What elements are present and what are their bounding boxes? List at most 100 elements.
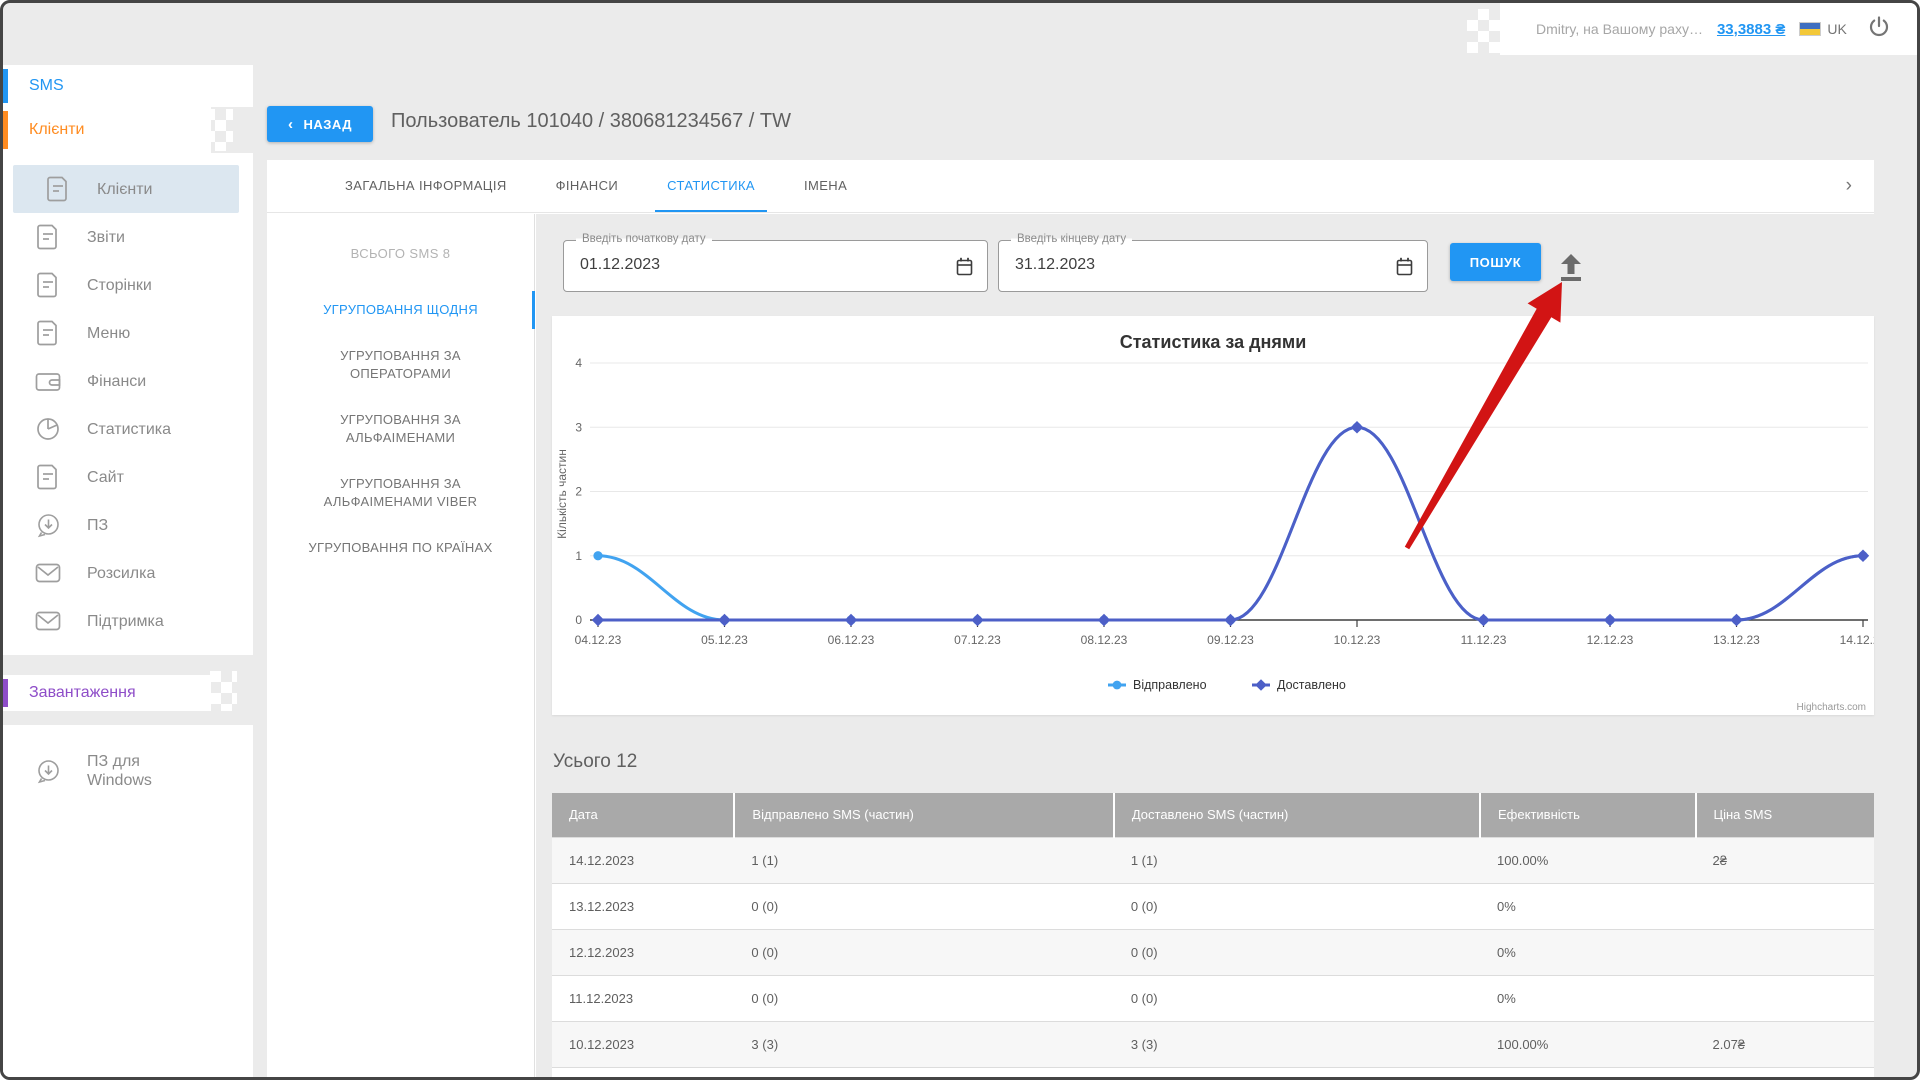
start-date-input[interactable]: Введіть початкову дату 01.12.2023 [563, 240, 988, 292]
sidebar-item-label: Звіти [87, 228, 125, 247]
y-tick-label: 2 [575, 485, 582, 499]
user-greeting: Dmitry, на Вашому раху… [1536, 21, 1703, 37]
data-point [592, 614, 604, 626]
sidebar-item-label: Клієнти [97, 180, 152, 199]
start-date-label: Введіть початкову дату [576, 233, 712, 245]
search-button[interactable]: ПОШУК [1450, 243, 1541, 281]
sidebar-section-sms[interactable]: SMS [3, 65, 253, 107]
chart-svg: 0123404.12.2305.12.2306.12.2307.12.2308.… [552, 316, 1874, 715]
sidebar-item-клієнти[interactable]: Клієнти [13, 165, 239, 213]
doc-icon [35, 224, 61, 250]
x-tick-label: 10.12.23 [1334, 633, 1381, 647]
x-tick-label: 14.12.23 [1840, 633, 1874, 647]
start-date-value: 01.12.2023 [580, 256, 660, 274]
calendar-icon[interactable] [956, 257, 973, 281]
submenu-item[interactable]: УГРУПОВАННЯ ЗА ОПЕРАТОРАМИ [267, 333, 534, 397]
table-row[interactable]: 10.12.20233 (3)3 (3)100.00%2.07₴ [552, 1021, 1874, 1067]
table-cell: 0% [1480, 975, 1695, 1021]
daily-statistics-chart: 0123404.12.2305.12.2306.12.2307.12.2308.… [552, 316, 1874, 715]
y-tick-label: 0 [575, 613, 582, 627]
sidebar-section-downloads[interactable]: Завантаження [3, 675, 211, 711]
tab-загальна-інформація[interactable]: ЗАГАЛЬНА ІНФОРМАЦІЯ [333, 160, 519, 212]
end-date-value: 31.12.2023 [1015, 256, 1095, 274]
data-point [1857, 550, 1869, 562]
table-row[interactable]: 12.12.20230 (0)0 (0)0% [552, 929, 1874, 975]
table-row[interactable]: 11.12.20230 (0)0 (0)0% [552, 975, 1874, 1021]
sidebar-item-розсилка[interactable]: Розсилка [3, 549, 253, 597]
table-cell: 1 (1) [1114, 837, 1480, 883]
sidebar-item-підтримка[interactable]: Підтримка [3, 597, 253, 645]
table-row[interactable]: 13.12.20230 (0)0 (0)0% [552, 883, 1874, 929]
doc-icon [45, 176, 71, 202]
x-tick-label: 05.12.23 [701, 633, 748, 647]
sidebar-item-меню[interactable]: Меню [3, 309, 253, 357]
table-cell: 0 (0) [1114, 929, 1480, 975]
submenu-item[interactable]: УГРУПОВАННЯ ПО КРАЇНАХ [267, 525, 534, 571]
back-button[interactable]: ‹ НАЗАД [267, 106, 373, 142]
legend-label[interactable]: Доставлено [1277, 678, 1346, 692]
x-tick-label: 06.12.23 [828, 633, 875, 647]
sidebar-item-label: Сайт [87, 468, 124, 487]
column-header: Ефективність [1480, 793, 1695, 837]
daily-statistics-table: ДатаВідправлено SMS (частин)Доставлено S… [552, 793, 1874, 1067]
data-point [718, 614, 730, 626]
table-cell: 100.00% [1480, 1021, 1695, 1067]
legend-marker [1113, 681, 1122, 690]
balance-link[interactable]: 33,3883 ₴ [1717, 21, 1785, 38]
download-icon [35, 759, 61, 784]
tab-bar: ЗАГАЛЬНА ІНФОРМАЦІЯ ФІНАНСИ СТАТИСТИКА ІМЕН… [267, 160, 1874, 213]
column-header: Ціна SMS [1696, 793, 1875, 837]
data-point [1224, 614, 1236, 626]
sidebar-item-сайт[interactable]: Сайт [3, 453, 253, 501]
mail-icon [35, 611, 61, 631]
y-tick-label: 4 [575, 356, 582, 370]
sidebar-section-downloads-label: Завантаження [3, 684, 136, 702]
tab-імена[interactable]: ІМЕНА [792, 160, 859, 212]
tabs-scroll-right-icon[interactable]: › [1846, 175, 1852, 197]
sidebar-item-фінанси[interactable]: Фінанси [3, 357, 253, 405]
logout-power-icon[interactable] [1867, 15, 1891, 44]
calendar-icon[interactable] [1396, 257, 1413, 281]
sidebar-item-пз[interactable]: ПЗ [3, 501, 253, 549]
submenu-item[interactable]: УГРУПОВАННЯ ЗА АЛЬФАІМЕНАМИ [267, 397, 534, 461]
table-cell [1696, 975, 1875, 1021]
series-line-Доставлено [598, 427, 1863, 620]
sidebar-section-clients[interactable]: Клієнти [3, 107, 211, 153]
submenu-item[interactable]: УГРУПОВАННЯ ЩОДНЯ [267, 287, 534, 333]
table-cell: 0 (0) [734, 929, 1113, 975]
legend-label[interactable]: Відправлено [1133, 678, 1207, 692]
tab-статистика[interactable]: СТАТИСТИКА [655, 160, 767, 212]
end-date-input[interactable]: Введіть кінцеву дату 31.12.2023 [998, 240, 1428, 292]
table-row[interactable]: 14.12.20231 (1)1 (1)100.00%2₴ [552, 837, 1874, 883]
table-cell [1696, 883, 1875, 929]
language-switcher[interactable]: UK [1799, 21, 1846, 37]
sidebar-item-звіти[interactable]: Звіти [3, 213, 253, 261]
table-cell: 3 (3) [1114, 1021, 1480, 1067]
legend-marker [1255, 679, 1267, 691]
clients-accent-bar [3, 111, 8, 149]
back-button-label: НАЗАД [303, 117, 352, 132]
sidebar-item-статистика[interactable]: Статистика [3, 405, 253, 453]
topbar-user-box: Dmitry, на Вашому раху… 33,3883 ₴ UK [1500, 3, 1917, 55]
app-window: Dmitry, на Вашому раху… 33,3883 ₴ UK SMS… [0, 0, 1920, 1080]
sidebar-item-сторінки[interactable]: Сторінки [3, 261, 253, 309]
chart-title: Статистика за днями [1120, 332, 1307, 352]
checker-decoration [193, 109, 233, 151]
language-label: UK [1827, 21, 1846, 37]
export-upload-icon[interactable] [1558, 251, 1584, 288]
table-cell [1696, 929, 1875, 975]
end-date-label: Введіть кінцеву дату [1011, 233, 1132, 245]
x-tick-label: 04.12.23 [575, 633, 622, 647]
column-header: Відправлено SMS (частин) [734, 793, 1113, 837]
sidebar-item-label: Підтримка [87, 612, 164, 631]
sidebar-item-pz-windows[interactable]: ПЗ для Windows [3, 739, 253, 803]
x-tick-label: 11.12.23 [1461, 633, 1507, 647]
tab-фінанси[interactable]: ФІНАНСИ [544, 160, 630, 212]
main-panel: ЗАГАЛЬНА ІНФОРМАЦІЯ ФІНАНСИ СТАТИСТИКА ІМЕН… [267, 160, 1874, 1077]
submenu-item[interactable]: УГРУПОВАННЯ ЗА АЛЬФАІМЕНАМИ VIBER [267, 461, 534, 525]
doc-icon [35, 320, 61, 346]
data-point [593, 551, 602, 560]
y-axis-title: Кількість частин [555, 449, 569, 539]
statistics-content: Введіть початкову дату 01.12.2023 Введіт… [536, 214, 1874, 1077]
ukraine-flag-icon [1799, 22, 1821, 36]
